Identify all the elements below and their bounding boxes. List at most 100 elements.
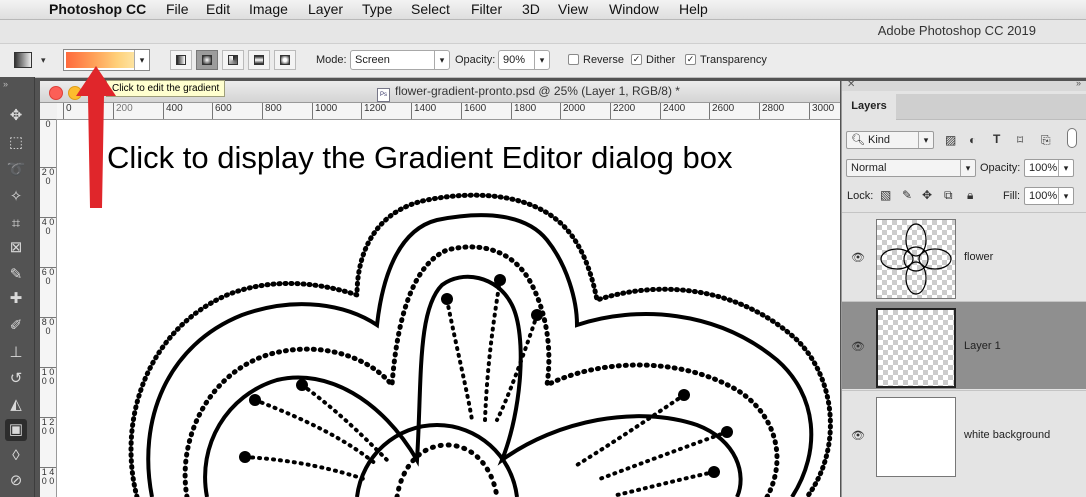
menu-3d[interactable]: 3D <box>522 0 540 19</box>
adjustment-filter-icon[interactable]: ◐ <box>969 133 976 147</box>
opacity-input[interactable]: 90% ▾ <box>498 50 550 70</box>
mode-label: Mode: <box>316 54 347 66</box>
eye-icon[interactable]: 👁︎ <box>851 251 865 264</box>
brush-icon[interactable]: ✐ <box>5 315 27 337</box>
radial-gradient-button[interactable] <box>196 50 218 70</box>
document-canvas[interactable]: Click to display the Gradient Editor dia… <box>57 120 840 497</box>
tab-layers[interactable]: Layers <box>842 94 897 119</box>
chevron-down-icon[interactable]: ▾ <box>41 55 46 66</box>
fill-input[interactable]: 100% ▾ <box>1024 187 1074 205</box>
ruler-tick: 2600 <box>709 103 734 119</box>
dodge-icon[interactable]: ⊘ <box>5 470 27 492</box>
close-icon[interactable]: ✕ <box>847 79 855 90</box>
ruler-tick: 0 <box>40 119 56 129</box>
menu-layer[interactable]: Layer <box>308 0 343 19</box>
layer-name[interactable]: flower <box>964 251 993 263</box>
ruler-tick: 1600 <box>461 103 486 119</box>
panel-collapse-icon[interactable]: » <box>1076 78 1081 88</box>
marquee-icon[interactable]: ⬚ <box>5 132 27 154</box>
diamond-gradient-button[interactable] <box>274 50 296 70</box>
ruler-tick: 0 <box>63 103 72 119</box>
lock-transparent-icon[interactable]: ▧ <box>880 188 891 202</box>
menu-type[interactable]: Type <box>362 0 392 19</box>
eye-icon[interactable]: 👁︎ <box>851 429 865 442</box>
layer-opacity-input[interactable]: 100% ▾ <box>1024 159 1074 177</box>
lock-artboard-icon[interactable]: ⧉ <box>944 188 953 203</box>
eraser-icon[interactable]: ◭ <box>5 394 27 416</box>
crop-icon[interactable]: ⌗ <box>5 213 27 235</box>
flower-artwork <box>128 192 833 497</box>
menu-select[interactable]: Select <box>411 0 450 19</box>
type-filter-icon[interactable]: T <box>993 132 1000 146</box>
panel-tab-bar <box>896 94 1086 120</box>
transparency-checkbox[interactable]: ✓ <box>685 54 696 65</box>
layer-row-white-background[interactable]: 👁︎ white background <box>842 390 1086 478</box>
menu-bar: Photoshop CC File Edit Image Layer Type … <box>0 0 1086 20</box>
reverse-label: Reverse <box>583 54 624 66</box>
pixel-filter-icon[interactable]: ▨ <box>945 133 956 147</box>
dither-checkbox[interactable]: ✓ <box>631 54 642 65</box>
clone-stamp-icon[interactable]: ⊥ <box>5 342 27 364</box>
options-bar: ▾ ▾ Mode: Screen ▾ Opacity: 90% ▾ Revers… <box>0 43 1086 78</box>
gradient-tool-preset-icon[interactable] <box>14 52 32 68</box>
healing-brush-icon[interactable]: ✚ <box>5 288 27 310</box>
chevron-down-icon: ▾ <box>918 132 933 148</box>
lock-all-icon[interactable]: 🔒︎ <box>967 188 973 203</box>
menu-image[interactable]: Image <box>249 0 288 19</box>
eyedropper-icon[interactable]: ✎ <box>5 264 27 286</box>
blend-mode-value: Normal <box>851 162 887 174</box>
layers-panel: ✕ » Layers 🔍︎ Kind ▾ ▨ ◐ T ⌑ ⎘ Normal ▾ … <box>841 78 1086 497</box>
move-icon[interactable]: ✥ <box>5 105 27 127</box>
ruler-tick: 400 <box>163 103 183 119</box>
lock-position-icon[interactable]: ✥ <box>922 188 932 202</box>
menu-view[interactable]: View <box>558 0 588 19</box>
fill-value: 100% <box>1029 190 1058 202</box>
layer-filter-select[interactable]: 🔍︎ Kind ▾ <box>846 131 934 149</box>
menu-help[interactable]: Help <box>679 0 708 19</box>
ruler-tick: 2800 <box>759 103 784 119</box>
menu-edit[interactable]: Edit <box>206 0 230 19</box>
ruler-tick: 1200 <box>361 103 386 119</box>
fill-label: Fill: <box>1003 190 1021 202</box>
reflected-gradient-button[interactable] <box>248 50 270 70</box>
ruler-origin[interactable] <box>40 103 58 120</box>
ruler-tick: 1000 <box>312 103 337 119</box>
lasso-icon[interactable]: ➰ <box>5 159 27 181</box>
menu-app-name[interactable]: Photoshop CC <box>49 0 146 19</box>
history-brush-icon[interactable]: ↺ <box>5 368 27 390</box>
eye-icon[interactable]: 👁︎ <box>851 340 865 353</box>
filter-toggle-icon[interactable] <box>1067 128 1077 148</box>
linear-gradient-button[interactable] <box>170 50 192 70</box>
chevron-down-icon: ▾ <box>1058 188 1073 204</box>
close-window-icon[interactable] <box>49 86 63 100</box>
panel-grip-icon[interactable]: » <box>3 79 8 89</box>
gradient-icon[interactable]: ▣ <box>5 419 27 441</box>
horizontal-ruler[interactable]: 0 200 400 600 800 1000 1200 1400 1600 18… <box>57 103 840 120</box>
chevron-down-icon[interactable]: ▾ <box>134 50 149 70</box>
menu-window[interactable]: Window <box>609 0 659 19</box>
vertical-ruler[interactable]: 0 2 0 0 4 0 0 6 0 0 8 0 0 1 0 0 0 1 2 0 … <box>40 119 57 497</box>
smart-object-filter-icon[interactable]: ⎘ <box>1041 133 1051 148</box>
flower-thumbnail-art <box>880 223 952 295</box>
blend-mode-select[interactable]: Normal ▾ <box>846 159 976 177</box>
mode-select[interactable]: Screen ▾ <box>350 50 450 70</box>
panel-header: ✕ » <box>842 78 1086 91</box>
ruler-tick: 800 <box>262 103 282 119</box>
menu-file[interactable]: File <box>166 0 189 19</box>
menu-filter[interactable]: Filter <box>471 0 502 19</box>
shape-filter-icon[interactable]: ⌑ <box>1017 133 1023 147</box>
arrow-icon <box>76 66 116 208</box>
layer-row-layer-1[interactable]: 👁︎ Layer 1 <box>842 301 1086 389</box>
chevron-down-icon[interactable]: ▾ <box>534 51 549 69</box>
reverse-checkbox[interactable] <box>568 54 579 65</box>
frame-icon[interactable]: ⊠ <box>5 237 27 259</box>
ruler-tick: 600 <box>212 103 232 119</box>
angle-gradient-button[interactable] <box>222 50 244 70</box>
magic-wand-icon[interactable]: ✧ <box>5 186 27 208</box>
document-title-text: flower-gradient-pronto.psd @ 25% (Layer … <box>395 84 680 98</box>
layer-name[interactable]: Layer 1 <box>964 340 1001 352</box>
blur-icon[interactable]: ◊ <box>5 445 27 467</box>
layer-name[interactable]: white background <box>964 429 1050 441</box>
layer-row-flower[interactable]: 👁︎ flower <box>842 212 1086 300</box>
lock-image-icon[interactable]: ✎ <box>902 188 912 202</box>
